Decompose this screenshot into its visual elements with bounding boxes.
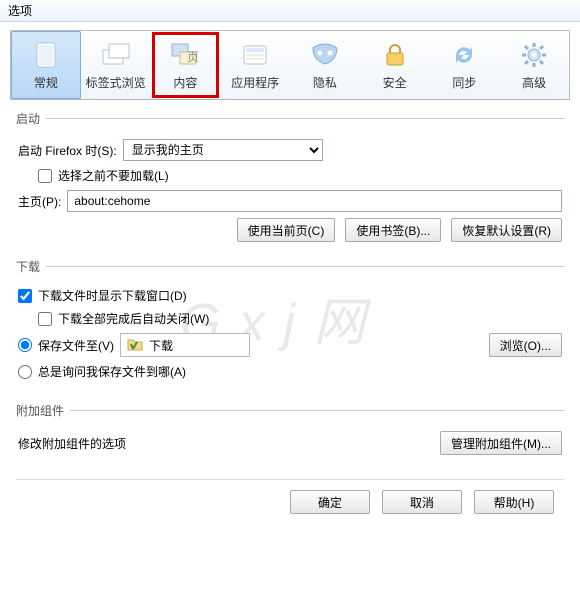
use-bookmark-button[interactable]: 使用书签(B)... xyxy=(345,218,441,242)
saveto-path: 下载 xyxy=(120,333,250,357)
folder-icon xyxy=(127,337,143,354)
ask-radio[interactable]: 总是询问我保存文件到哪(A) xyxy=(18,363,186,380)
ask-radio-input[interactable] xyxy=(18,365,32,379)
autoclose-checkbox[interactable]: 下载全部完成后自动关闭(W) xyxy=(38,310,209,327)
saveto-radio-input[interactable] xyxy=(18,338,32,352)
tab-label: 同步 xyxy=(452,74,476,91)
onstart-label: 启动 Firefox 时(S): xyxy=(18,142,117,159)
saveto-label: 保存文件至(V) xyxy=(38,337,114,354)
tabs-icon xyxy=(99,40,133,70)
ok-button[interactable]: 确定 xyxy=(290,490,370,514)
content-icon: 页 xyxy=(168,40,202,70)
noload-checkbox[interactable]: 选择之前不要加载(L) xyxy=(38,167,169,184)
show-dlwin-input[interactable] xyxy=(18,289,32,303)
download-legend: 下载 xyxy=(16,258,46,275)
dialog-buttons: 确定 取消 帮助(H) xyxy=(16,479,564,522)
browse-button[interactable]: 浏览(O)... xyxy=(489,333,562,357)
tab-applications[interactable]: 应用程序 xyxy=(220,31,290,99)
saveto-radio[interactable]: 保存文件至(V) xyxy=(18,337,114,354)
tab-label: 安全 xyxy=(383,74,407,91)
help-button[interactable]: 帮助(H) xyxy=(474,490,554,514)
startup-group: 启动 启动 Firefox 时(S): 显示我的主页 选择之前不要加载(L) 主… xyxy=(16,110,564,252)
noload-checkbox-input[interactable] xyxy=(38,169,52,183)
tab-label: 标签式浏览 xyxy=(86,74,146,91)
preferences-toolbar: 常规 标签式浏览 页 内容 应用程序 隐私 xyxy=(10,30,570,100)
lock-icon xyxy=(378,40,412,70)
saveto-folder-name: 下载 xyxy=(149,337,173,354)
mask-icon xyxy=(308,40,342,70)
noload-label: 选择之前不要加载(L) xyxy=(58,167,169,184)
restore-default-button[interactable]: 恢复默认设置(R) xyxy=(451,218,562,242)
applications-icon xyxy=(238,40,272,70)
tab-general[interactable]: 常规 xyxy=(11,31,81,99)
cancel-button[interactable]: 取消 xyxy=(382,490,462,514)
tab-advanced[interactable]: 高级 xyxy=(499,31,569,99)
gear-icon xyxy=(517,40,551,70)
svg-text:页: 页 xyxy=(187,50,199,64)
tab-privacy[interactable]: 隐私 xyxy=(290,31,360,99)
tab-security[interactable]: 安全 xyxy=(360,31,430,99)
autoclose-label: 下载全部完成后自动关闭(W) xyxy=(58,310,209,327)
tab-label: 内容 xyxy=(173,74,197,91)
tab-content[interactable]: 页 内容 xyxy=(151,31,221,99)
sync-icon xyxy=(447,40,481,70)
startup-legend: 启动 xyxy=(16,110,46,127)
tab-label: 高级 xyxy=(522,74,546,91)
onstart-select[interactable]: 显示我的主页 xyxy=(123,139,323,161)
tab-label: 应用程序 xyxy=(231,74,279,91)
window-title: 选项 xyxy=(8,2,32,19)
general-icon xyxy=(29,40,63,70)
download-group: 下载 下载文件时显示下载窗口(D) 下载全部完成后自动关闭(W) 保存文件至(V… xyxy=(16,258,564,396)
autoclose-input[interactable] xyxy=(38,312,52,326)
use-current-button[interactable]: 使用当前页(C) xyxy=(237,218,336,242)
tab-tabs[interactable]: 标签式浏览 xyxy=(81,31,151,99)
ask-label: 总是询问我保存文件到哪(A) xyxy=(38,363,186,380)
addons-legend: 附加组件 xyxy=(16,402,70,419)
tab-label: 常规 xyxy=(34,74,58,91)
homepage-label: 主页(P): xyxy=(18,193,61,210)
tab-label: 隐私 xyxy=(313,74,337,91)
show-dlwin-label: 下载文件时显示下载窗口(D) xyxy=(38,287,187,304)
addons-group: 附加组件 修改附加组件的选项 管理附加组件(M)... xyxy=(16,402,564,471)
show-dlwin-checkbox[interactable]: 下载文件时显示下载窗口(D) xyxy=(18,287,187,304)
addons-desc: 修改附加组件的选项 xyxy=(18,435,126,452)
homepage-input[interactable] xyxy=(67,190,562,212)
tab-sync[interactable]: 同步 xyxy=(430,31,500,99)
manage-addons-button[interactable]: 管理附加组件(M)... xyxy=(440,431,562,455)
